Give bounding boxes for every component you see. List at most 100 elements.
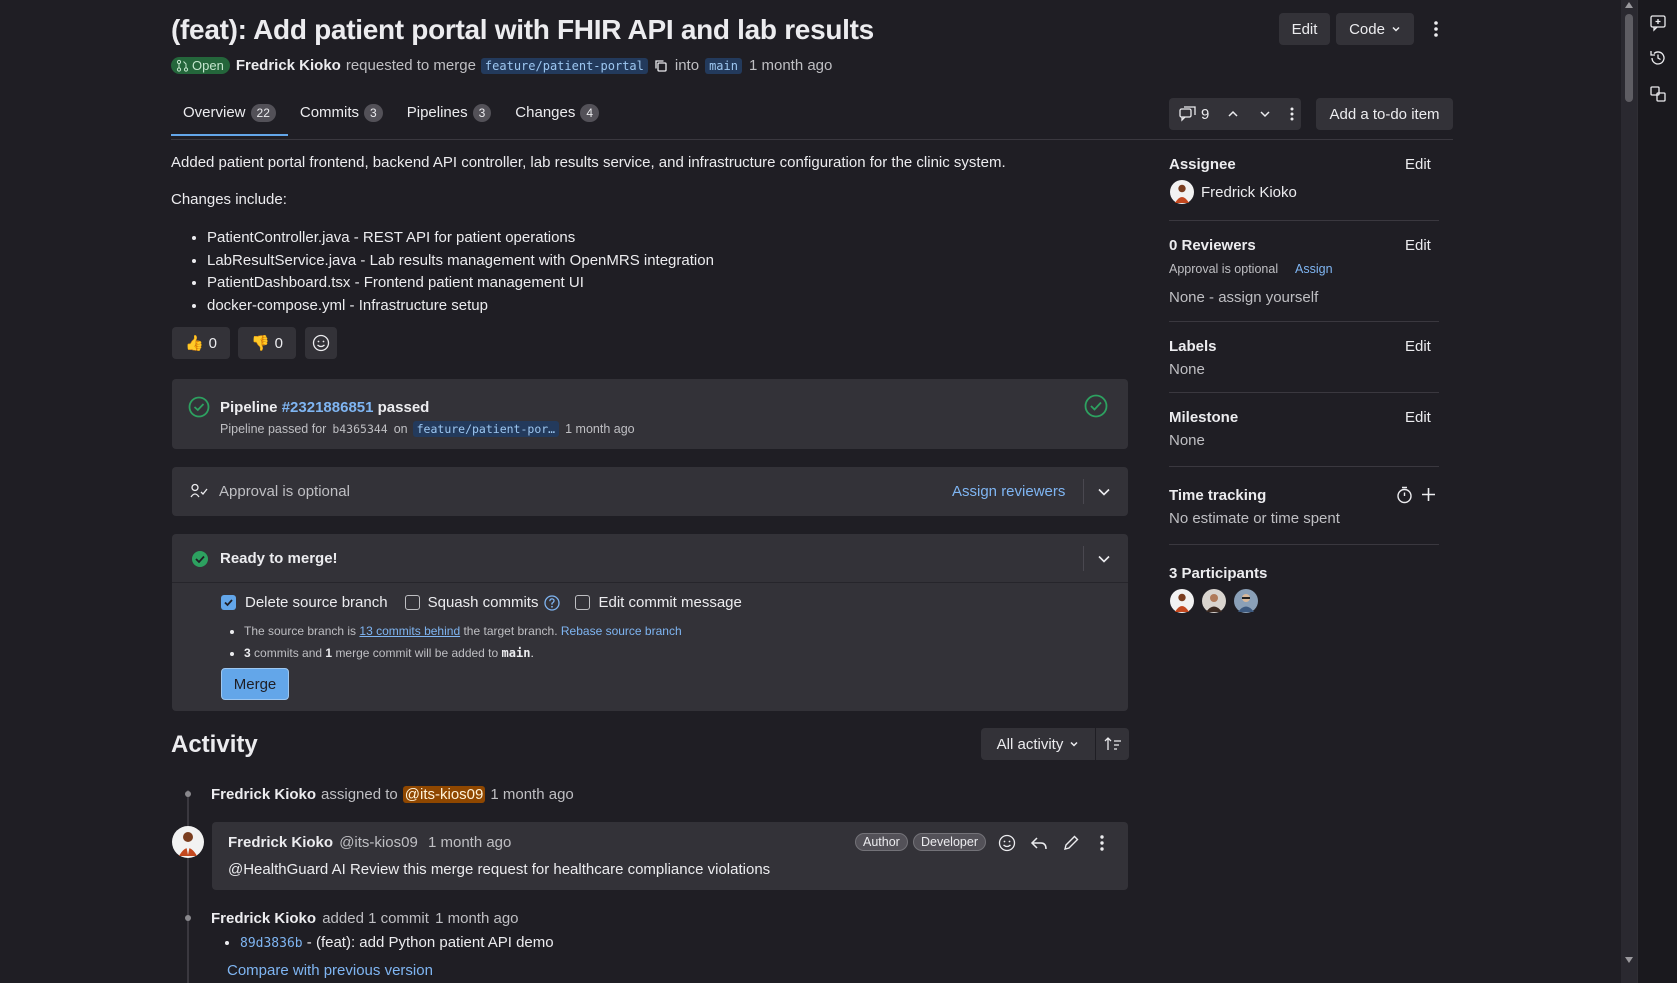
reply-icon[interactable] — [1030, 835, 1048, 851]
tab-commits[interactable]: Commits 3 — [288, 104, 395, 136]
activity-author[interactable]: Fredrick Kioko — [211, 910, 316, 927]
edit-pencil-icon[interactable] — [1062, 834, 1080, 852]
author-name[interactable]: Fredrick Kioko — [236, 57, 341, 74]
labels-title: Labels — [1169, 338, 1217, 355]
activity-heading: Activity — [171, 731, 258, 758]
comment-author[interactable]: Fredrick Kioko — [228, 834, 333, 851]
thumbs-up-button[interactable]: 👍 0 — [172, 327, 230, 359]
activity-filter-dropdown[interactable]: All activity — [981, 728, 1095, 760]
activity-author[interactable]: Fredrick Kioko — [211, 786, 316, 803]
tab-bar: Overview 22 Commits 3 Pipelines 3 Changes 4 — [171, 104, 611, 136]
list-item: 89d3836b - (feat): add Python patient AP… — [240, 934, 554, 951]
approval-icon — [190, 483, 210, 499]
chevron-down-icon — [1391, 24, 1401, 34]
labels-edit-link[interactable]: Edit — [1405, 338, 1431, 355]
merge-request-icon — [176, 59, 189, 72]
stopwatch-icon[interactable] — [1396, 486, 1413, 504]
assignee-title: Assignee — [1169, 156, 1236, 173]
pipeline-status-icon[interactable] — [1084, 394, 1108, 418]
changes-list: PatientController.java - REST API for pa… — [207, 227, 714, 317]
description-changes-heading: Changes include: — [171, 191, 287, 208]
code-dropdown-button[interactable]: Code — [1336, 13, 1414, 45]
pipeline-branch[interactable]: feature/patient-por… — [412, 421, 560, 437]
merge-card: Ready to merge! Delete source branch Squ… — [172, 534, 1128, 711]
participants-list — [1170, 589, 1258, 613]
chevron-down-icon[interactable] — [1097, 552, 1111, 566]
tab-overview[interactable]: Overview 22 — [171, 104, 288, 136]
comment-icon[interactable] — [1649, 14, 1667, 32]
add-reaction-button[interactable] — [305, 327, 337, 359]
merge-button[interactable]: Merge — [221, 668, 289, 700]
user-mention[interactable]: @its-kios09 — [402, 786, 486, 803]
commit-sha-link[interactable]: 89d3836b — [240, 936, 303, 951]
time-tracking-title: Time tracking — [1169, 487, 1267, 504]
milestone-edit-link[interactable]: Edit — [1405, 409, 1431, 426]
assign-link[interactable]: Assign — [1295, 262, 1333, 276]
scrollbar[interactable] — [1621, 0, 1637, 983]
commits-behind-link[interactable]: 13 commits behind — [359, 624, 460, 638]
description-intro: Added patient portal frontend, backend A… — [171, 154, 1006, 171]
avatar[interactable] — [1170, 589, 1194, 613]
copy-icon[interactable] — [654, 59, 668, 73]
avatar[interactable] — [1234, 589, 1258, 613]
ready-check-icon — [191, 550, 209, 568]
compare-icon[interactable] — [1649, 85, 1667, 103]
reviewers-edit-link[interactable]: Edit — [1405, 237, 1431, 254]
pipeline-link[interactable]: #2321886851 — [282, 399, 374, 416]
pipeline-card: Pipeline #2321886851 passed Pipeline pas… — [172, 379, 1128, 449]
list-item: The source branch is 13 commits behind t… — [244, 620, 682, 642]
status-badge: Open — [171, 57, 230, 74]
more-actions-icon[interactable] — [1430, 20, 1442, 38]
milestone-title: Milestone — [1169, 409, 1239, 426]
approval-card: Approval is optional Assign reviewers — [172, 467, 1128, 516]
squash-checkbox[interactable] — [404, 595, 420, 610]
sort-icon — [1104, 737, 1122, 751]
delete-branch-checkbox[interactable] — [221, 595, 236, 610]
chevron-down-icon — [1069, 739, 1079, 749]
comments-icon[interactable] — [1179, 106, 1197, 122]
sort-order-button[interactable] — [1096, 728, 1129, 760]
tab-pipelines[interactable]: Pipelines 3 — [395, 104, 504, 136]
reviewers-title: 0 Reviewers — [1169, 237, 1256, 254]
list-item: docker-compose.yml - Infrastructure setu… — [207, 295, 714, 318]
target-branch[interactable]: main — [705, 57, 742, 74]
page-title: (feat): Add patient portal with FHIR API… — [171, 14, 874, 45]
assign-reviewers-link[interactable]: Assign reviewers — [952, 483, 1065, 500]
chevron-down-icon[interactable] — [1097, 485, 1111, 499]
commit-sha[interactable]: b4365344 — [332, 422, 387, 436]
list-item: PatientController.java - REST API for pa… — [207, 227, 714, 250]
help-icon[interactable] — [544, 594, 561, 611]
right-rail — [1637, 0, 1677, 983]
add-todo-button[interactable]: Add a to-do item — [1316, 98, 1453, 130]
avatar[interactable] — [172, 826, 204, 858]
role-badge: Developer — [913, 833, 986, 851]
edit-message-checkbox[interactable] — [575, 595, 591, 610]
avatar[interactable] — [1202, 589, 1226, 613]
source-branch[interactable]: feature/patient-portal — [480, 57, 648, 74]
comment-card: Fredrick Kioko @its-kios09 1 month ago A… — [212, 822, 1128, 890]
rebase-link[interactable]: Rebase source branch — [561, 624, 682, 638]
list-item: 3 commits and 1 merge commit will be add… — [244, 642, 682, 664]
smiley-icon — [312, 334, 330, 352]
thumbs-up-icon: 👍 — [184, 335, 204, 352]
edit-button[interactable]: Edit — [1279, 13, 1330, 45]
check-circle-icon — [188, 396, 210, 418]
participants-title: 3 Participants — [1169, 565, 1268, 582]
thumbs-down-icon: 👎 — [250, 335, 270, 352]
thumbs-down-button[interactable]: 👎 0 — [238, 327, 296, 359]
add-reaction-icon[interactable] — [998, 834, 1016, 852]
assignee-edit-link[interactable]: Edit — [1405, 156, 1431, 173]
assignee-name[interactable]: Fredrick Kioko — [1201, 184, 1297, 201]
chevron-up-icon[interactable] — [1227, 108, 1239, 120]
comment-options-icon[interactable] — [1289, 106, 1295, 122]
author-badge: Author — [855, 833, 908, 851]
comment-more-icon[interactable] — [1099, 834, 1105, 852]
list-item: PatientDashboard.tsx - Frontend patient … — [207, 272, 714, 295]
compare-link[interactable]: Compare with previous version — [227, 962, 433, 979]
avatar[interactable] — [1170, 180, 1194, 204]
tab-changes[interactable]: Changes 4 — [503, 104, 611, 136]
plus-icon[interactable] — [1421, 487, 1436, 502]
chevron-down-icon[interactable] — [1259, 108, 1271, 120]
comment-navigation: 9 — [1169, 98, 1301, 130]
history-icon[interactable] — [1649, 49, 1667, 67]
